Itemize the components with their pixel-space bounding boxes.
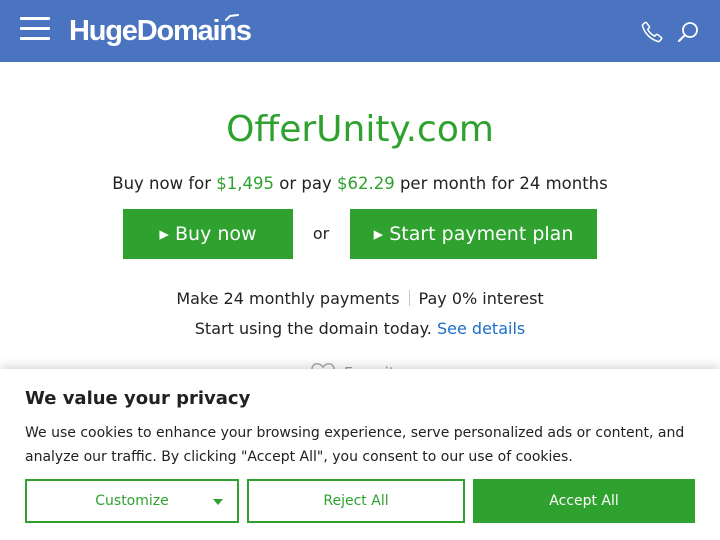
caret-down-icon bbox=[213, 499, 223, 505]
site-header: HugeDomains bbox=[0, 0, 720, 62]
price-suffix: per month for 24 months bbox=[394, 174, 608, 193]
buy-price: $1,495 bbox=[216, 174, 274, 193]
customize-label: Customize bbox=[95, 493, 169, 509]
reject-all-button[interactable]: Reject All bbox=[247, 479, 465, 523]
logo-accent-icon bbox=[225, 14, 239, 21]
site-logo[interactable]: HugeDomains bbox=[69, 13, 252, 49]
search-icon[interactable] bbox=[676, 20, 700, 44]
customize-button[interactable]: Customize bbox=[25, 479, 239, 523]
price-prefix: Buy now for bbox=[112, 174, 217, 193]
start-using-text: Start using the domain today. bbox=[194, 319, 437, 338]
payment-info: Make 24 monthly payments Pay 0% interest bbox=[0, 287, 720, 311]
or-separator: or bbox=[312, 224, 330, 243]
see-details-link[interactable]: See details bbox=[437, 319, 525, 338]
cookie-description: We use cookies to enhance your browsing … bbox=[25, 425, 685, 465]
buy-now-button[interactable]: ▸ Buy now bbox=[123, 209, 293, 259]
start-using-info: Start using the domain today. See detail… bbox=[0, 317, 720, 341]
cookie-consent-banner: We value your privacy We use cookies to … bbox=[0, 369, 720, 540]
accept-all-button[interactable]: Accept All bbox=[473, 479, 695, 523]
divider bbox=[408, 290, 410, 306]
monthly-price: $62.29 bbox=[336, 174, 395, 193]
interest-text: Pay 0% interest bbox=[418, 289, 544, 308]
phone-icon[interactable] bbox=[640, 20, 664, 44]
hamburger-menu-icon[interactable] bbox=[20, 17, 50, 41]
price-summary: Buy now for $1,495 or pay $62.29 per mon… bbox=[0, 172, 720, 196]
domain-name-title: OfferUnity.com bbox=[226, 109, 494, 150]
monthly-payments-text: Make 24 monthly payments bbox=[176, 289, 400, 308]
cookie-title: We value your privacy bbox=[25, 388, 251, 409]
price-middle: or pay bbox=[274, 174, 337, 193]
start-payment-plan-button[interactable]: ▸ Start payment plan bbox=[350, 209, 597, 259]
